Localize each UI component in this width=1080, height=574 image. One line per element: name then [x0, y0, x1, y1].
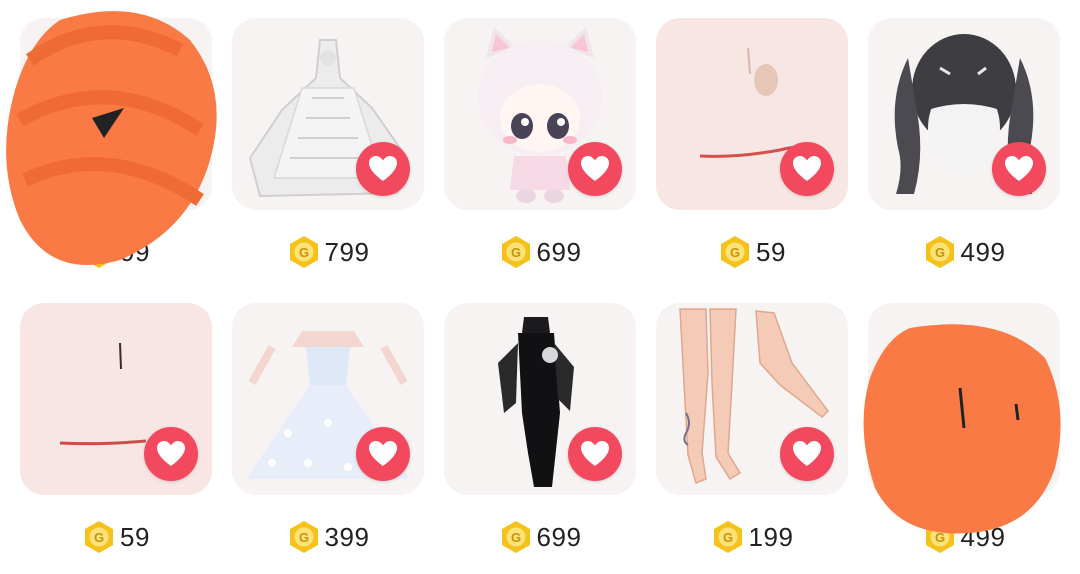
- item-price: G 499: [868, 517, 1060, 557]
- heart-icon: [793, 441, 821, 466]
- svg-text:G: G: [730, 245, 740, 260]
- price-value: 99: [120, 236, 150, 267]
- heart-icon: [369, 156, 397, 181]
- item-price: G 99: [20, 232, 212, 272]
- item-price: G 399: [232, 517, 424, 557]
- favorite-button[interactable]: [780, 427, 834, 481]
- price-value: 699: [536, 521, 582, 552]
- shop-item[interactable]: G 199: [656, 303, 848, 563]
- item-thumbnail[interactable]: [444, 18, 636, 210]
- shop-item[interactable]: G 399: [232, 303, 424, 563]
- coin-icon: G: [85, 236, 114, 268]
- shop-item[interactable]: G 59: [20, 303, 212, 563]
- item-price: G 59: [20, 517, 212, 557]
- svg-text:G: G: [934, 245, 944, 260]
- shop-item[interactable]: G 59: [656, 18, 848, 278]
- shop-item[interactable]: G 699: [444, 18, 636, 278]
- shop-item[interactable]: G 699: [444, 303, 636, 563]
- item-grid: G 99 G 799 G 699 G 59 G 499 G 59 G 399 G…: [0, 0, 1080, 574]
- favorite-button[interactable]: [568, 427, 622, 481]
- item-thumbnail[interactable]: [20, 18, 212, 210]
- heart-icon: [1005, 156, 1033, 181]
- coin-icon: G: [713, 521, 742, 553]
- price-value: 399: [324, 521, 370, 552]
- svg-text:G: G: [722, 530, 732, 545]
- item-thumbnail[interactable]: [20, 303, 212, 495]
- price-value: 499: [960, 521, 1006, 552]
- price-value: 699: [536, 236, 582, 267]
- price-value: 799: [324, 236, 370, 267]
- coin-icon: G: [925, 521, 954, 553]
- heart-icon: [581, 441, 609, 466]
- favorite-button[interactable]: [356, 142, 410, 196]
- item-thumbnail[interactable]: [868, 18, 1060, 210]
- item-price: G 699: [444, 232, 636, 272]
- item-thumbnail[interactable]: [232, 18, 424, 210]
- heart-icon: [581, 156, 609, 181]
- svg-text:G: G: [298, 530, 308, 545]
- item-price: G 199: [656, 517, 848, 557]
- favorite-button[interactable]: [144, 427, 198, 481]
- price-value: 199: [748, 521, 794, 552]
- item-thumbnail[interactable]: [232, 303, 424, 495]
- coin-icon: G: [289, 236, 318, 268]
- heart-icon: [369, 441, 397, 466]
- heart-icon: [157, 441, 185, 466]
- price-value: 499: [960, 236, 1006, 267]
- item-price: G 799: [232, 232, 424, 272]
- heart-icon: [793, 156, 821, 181]
- item-thumbnail[interactable]: [868, 303, 1060, 495]
- favorite-button[interactable]: [356, 427, 410, 481]
- price-value: 59: [120, 521, 150, 552]
- coin-icon: G: [85, 521, 114, 553]
- coin-icon: G: [925, 236, 954, 268]
- item-price: G 699: [444, 517, 636, 557]
- shop-item[interactable]: G 499: [868, 303, 1060, 563]
- coin-icon: G: [501, 236, 530, 268]
- svg-text:G: G: [510, 245, 520, 260]
- item-thumbnail[interactable]: [656, 303, 848, 495]
- item-thumbnail[interactable]: [656, 18, 848, 210]
- coin-icon: G: [289, 521, 318, 553]
- shop-item[interactable]: G 799: [232, 18, 424, 278]
- shop-item[interactable]: G 99: [20, 18, 212, 278]
- favorite-button[interactable]: [568, 142, 622, 196]
- item-price: G 59: [656, 232, 848, 272]
- svg-text:G: G: [510, 530, 520, 545]
- item-price: G 499: [868, 232, 1060, 272]
- favorite-button[interactable]: [780, 142, 834, 196]
- favorite-button[interactable]: [992, 142, 1046, 196]
- shop-item[interactable]: G 499: [868, 18, 1060, 278]
- item-thumbnail[interactable]: [444, 303, 636, 495]
- svg-text:G: G: [94, 530, 104, 545]
- coin-icon: G: [721, 236, 750, 268]
- price-value: 59: [756, 236, 786, 267]
- svg-text:G: G: [94, 245, 104, 260]
- coin-icon: G: [501, 521, 530, 553]
- svg-text:G: G: [934, 530, 944, 545]
- svg-text:G: G: [298, 245, 308, 260]
